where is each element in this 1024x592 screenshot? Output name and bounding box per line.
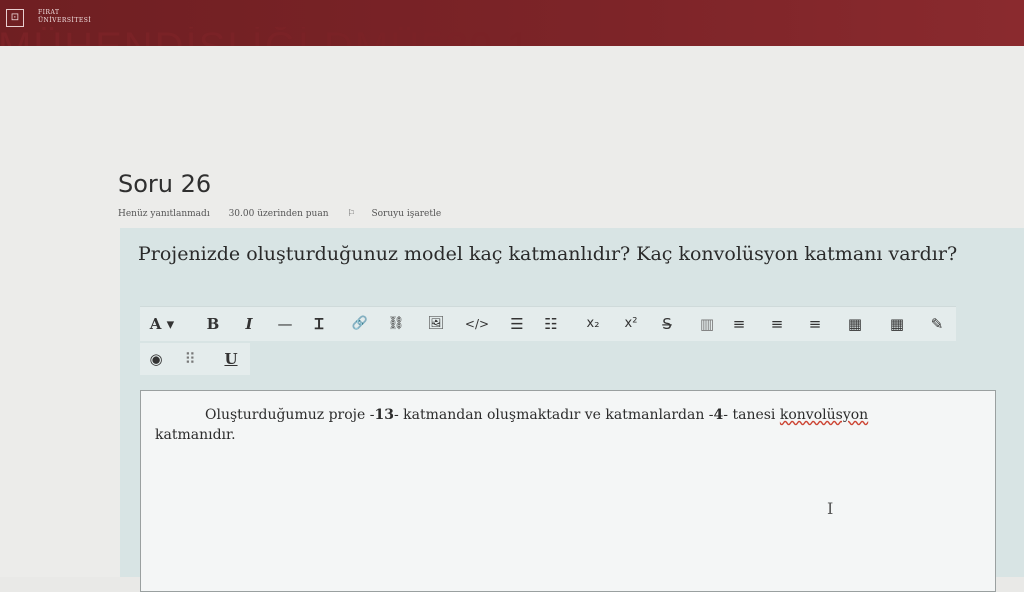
university-name-line1: FIRAT bbox=[38, 9, 60, 16]
align-left-icon[interactable]: ≡ bbox=[728, 307, 750, 341]
table-icon[interactable]: ▦ bbox=[844, 307, 866, 341]
answer-text-part2: - katmandan oluşmaktadır ve katmanlardan… bbox=[393, 407, 714, 423]
question-text: Projenizde oluşturduğunuz model kaç katm… bbox=[138, 243, 958, 265]
numbered-list-icon[interactable]: ☷ bbox=[540, 307, 562, 341]
underline-button[interactable]: U bbox=[220, 343, 242, 375]
answer-text-part1: Oluşturduğumuz proje - bbox=[205, 407, 375, 423]
bullet-list-icon[interactable]: ☰ bbox=[506, 307, 528, 341]
unlink-icon[interactable]: ⛓ bbox=[384, 307, 408, 341]
university-name-line2: ÜNİVERSİTESİ bbox=[38, 17, 92, 24]
edit-icon[interactable]: ✎ bbox=[926, 307, 948, 341]
top-bar: ⊡ FIRAT ÜNİVERSİTESİ MÜHENDİSLİĞİ DMÜ520… bbox=[0, 0, 1024, 49]
flag-question-label: Soruyu işaretle bbox=[371, 209, 442, 219]
flag-question-link[interactable]: ⚐ Soruyu işaretle bbox=[347, 209, 457, 219]
flag-icon: ⚐ bbox=[347, 209, 356, 219]
text-cursor-icon: I bbox=[827, 499, 834, 518]
image-icon[interactable]: 🖼 bbox=[424, 307, 448, 341]
link-icon[interactable]: 🔗 bbox=[348, 307, 372, 341]
answer-text-part3: - tanesi bbox=[723, 407, 780, 423]
accessibility-icon[interactable]: ◉ bbox=[144, 343, 168, 375]
drag-handle-icon[interactable]: ⠿ bbox=[178, 343, 202, 375]
misspelled-word: konvolüsyon bbox=[779, 407, 869, 423]
editor-toolbar: A ▾ B I — Ɪ 🔗 ⛓ 🖼 </> ☰ ☷ x₂ x² S̶ ▥ ≡ ≡… bbox=[140, 306, 956, 341]
strikethrough-button[interactable]: S̶ bbox=[656, 307, 678, 341]
answer-layer-count: 13 bbox=[374, 407, 394, 423]
answer-text: Oluşturduğumuz proje -13- katmandan oluş… bbox=[155, 405, 915, 445]
answer-conv-count: 4 bbox=[713, 407, 724, 423]
font-color-button[interactable]: A ▾ bbox=[140, 307, 184, 341]
subscript-button[interactable]: x₂ bbox=[580, 307, 606, 341]
align-center-icon[interactable]: ≡ bbox=[766, 307, 788, 341]
question-status: Henüz yanıtlanmadı bbox=[118, 209, 210, 219]
clear-format-button[interactable]: Ɪ bbox=[308, 307, 330, 341]
calculator-icon[interactable]: ▦ bbox=[886, 307, 908, 341]
question-title: Soru 26 bbox=[118, 170, 212, 198]
question-points: 30.00 üzerinden puan bbox=[228, 209, 329, 219]
superscript-button[interactable]: x² bbox=[618, 307, 644, 341]
university-logo-icon[interactable]: ⊡ bbox=[6, 9, 24, 27]
align-right-icon[interactable]: ≡ bbox=[804, 307, 826, 341]
italic-button[interactable]: I bbox=[238, 307, 260, 341]
answer-editor[interactable]: Oluşturduğumuz proje -13- katmandan oluş… bbox=[140, 390, 996, 592]
answer-text-part4: katmanıdır. bbox=[155, 427, 236, 443]
university-name[interactable]: FIRAT ÜNİVERSİTESİ bbox=[38, 9, 91, 25]
code-icon[interactable]: </> bbox=[462, 307, 492, 341]
indent-icon[interactable]: ▥ bbox=[696, 307, 718, 341]
bold-button[interactable]: B bbox=[202, 307, 224, 341]
horizontal-rule-button[interactable]: — bbox=[274, 307, 296, 341]
question-meta: Henüz yanıtlanmadı 30.00 üzerinden puan … bbox=[118, 209, 473, 219]
editor-toolbar-row2: ◉ ⠿ U bbox=[140, 343, 250, 375]
